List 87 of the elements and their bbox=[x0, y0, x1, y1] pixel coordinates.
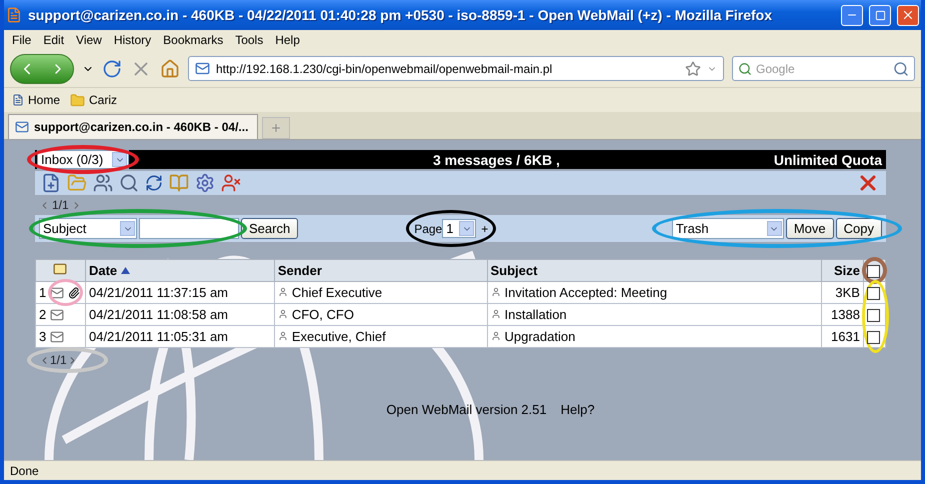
browser-logo-icon bbox=[6, 7, 22, 23]
person-icon bbox=[490, 309, 500, 320]
close-icon bbox=[901, 8, 915, 22]
size-cell: 1631 bbox=[831, 329, 860, 344]
envelope-icon bbox=[15, 120, 29, 134]
date-cell: 04/21/2011 11:08:58 am bbox=[88, 307, 228, 322]
folder-icon bbox=[70, 92, 86, 108]
new-tab-button[interactable] bbox=[262, 117, 290, 139]
reload-icon[interactable] bbox=[102, 58, 122, 78]
bookmark[interactable]: Cariz bbox=[70, 92, 118, 108]
person-icon bbox=[490, 331, 500, 342]
refresh-icon[interactable] bbox=[145, 174, 163, 192]
version-text: Open WebMail version 2.51 bbox=[386, 402, 547, 417]
menu-item[interactable]: Help bbox=[271, 33, 308, 47]
row-checkbox[interactable] bbox=[866, 331, 880, 344]
menu-item[interactable]: Tools bbox=[231, 33, 272, 47]
row-number: 2 bbox=[39, 307, 46, 322]
window-title: support@carizen.co.in - 460KB - 04/22/2011 01:40:28 pm +0530 - iso-8859-1 - Open WebMail (+z) - Mozilla Firefox bbox=[28, 7, 773, 23]
subject-cell: Invitation Accepted: Meeting bbox=[504, 284, 668, 300]
address-book-icon[interactable] bbox=[93, 173, 113, 193]
back-forward-button[interactable] bbox=[10, 54, 74, 84]
search-engine-icon bbox=[738, 62, 752, 76]
person-icon bbox=[490, 287, 500, 298]
search-button[interactable]: Search bbox=[241, 218, 298, 239]
sort-icon bbox=[121, 267, 130, 274]
row-number: 1 bbox=[39, 285, 46, 300]
compose-icon[interactable] bbox=[41, 173, 61, 193]
sender-cell: CFO, CFO bbox=[292, 306, 354, 322]
row-number: 3 bbox=[39, 329, 46, 344]
search-input[interactable] bbox=[139, 218, 239, 239]
row-checkbox[interactable] bbox=[866, 309, 880, 322]
settings-icon[interactable] bbox=[195, 173, 215, 193]
page-count: 1/1 bbox=[50, 353, 67, 367]
person-icon bbox=[278, 309, 288, 320]
maximize-icon bbox=[874, 10, 886, 20]
page-icon bbox=[12, 94, 24, 106]
size-cell: 1388 bbox=[831, 307, 860, 322]
row-checkbox[interactable] bbox=[866, 287, 880, 300]
menu-item[interactable]: View bbox=[72, 33, 110, 47]
envelope-icon bbox=[195, 61, 210, 76]
plus-icon bbox=[270, 122, 282, 134]
minimize-button[interactable] bbox=[841, 4, 863, 26]
move-button[interactable]: Move bbox=[786, 218, 834, 239]
close-button[interactable] bbox=[897, 4, 919, 26]
maximize-button[interactable] bbox=[869, 4, 891, 26]
menu-item[interactable]: Edit bbox=[39, 33, 72, 47]
menu-item[interactable]: History bbox=[110, 33, 160, 47]
search-icon[interactable] bbox=[893, 60, 909, 76]
quota-text: Unlimited Quota bbox=[774, 152, 882, 168]
help-link[interactable]: Help? bbox=[560, 402, 595, 417]
sender-cell: Executive, Chief bbox=[292, 328, 386, 344]
select-all-checkbox[interactable] bbox=[866, 265, 880, 278]
copy-button[interactable]: Copy bbox=[836, 218, 882, 239]
sender-cell: Chief Executive bbox=[292, 284, 382, 300]
menu-item[interactable]: Bookmarks bbox=[159, 33, 232, 47]
add-page-link[interactable]: + bbox=[481, 222, 488, 236]
page-count: 1/1 bbox=[52, 198, 69, 212]
page-label: Page bbox=[414, 222, 442, 236]
column-header[interactable]: Sender bbox=[278, 263, 322, 278]
subject-cell: Upgradation bbox=[504, 328, 576, 344]
subject-cell: Installation bbox=[504, 306, 567, 322]
date-cell: 04/21/2011 11:37:15 am bbox=[88, 285, 228, 300]
home-icon[interactable] bbox=[160, 58, 180, 78]
star-icon[interactable] bbox=[685, 60, 701, 76]
envelope-icon bbox=[50, 286, 64, 300]
size-cell: 3KB bbox=[835, 285, 860, 300]
envelope-icon bbox=[50, 330, 64, 344]
folder-select[interactable]: Inbox (0/3) bbox=[37, 150, 129, 169]
message-summary: 3 messages / 6KB , bbox=[432, 152, 561, 168]
bookmark[interactable]: Home bbox=[12, 93, 60, 107]
status-text: Done bbox=[10, 464, 39, 478]
address-field[interactable]: http://192.168.1.230/cgi-bin/openwebmail/openwebmail-main.pl bbox=[188, 56, 724, 81]
folder-icon[interactable] bbox=[67, 173, 87, 193]
browser-tab[interactable]: support@carizen.co.in - 460KB - 04/... bbox=[8, 114, 258, 139]
envelope-icon bbox=[50, 308, 64, 322]
person-icon bbox=[278, 331, 288, 342]
paperclip-icon bbox=[68, 286, 80, 298]
date-cell: 04/21/2011 11:05:31 am bbox=[88, 329, 228, 344]
column-header[interactable]: Subject bbox=[490, 263, 538, 278]
person-icon bbox=[278, 287, 288, 298]
folder-target-select[interactable]: Trash bbox=[672, 218, 784, 239]
search-icon[interactable] bbox=[119, 173, 139, 193]
menu-item[interactable]: File bbox=[8, 33, 40, 47]
search-field-select[interactable]: Subject bbox=[39, 218, 137, 239]
column-header[interactable]: Date bbox=[88, 263, 118, 278]
logout-icon[interactable] bbox=[221, 173, 241, 193]
page-select[interactable]: 1 bbox=[442, 219, 476, 238]
